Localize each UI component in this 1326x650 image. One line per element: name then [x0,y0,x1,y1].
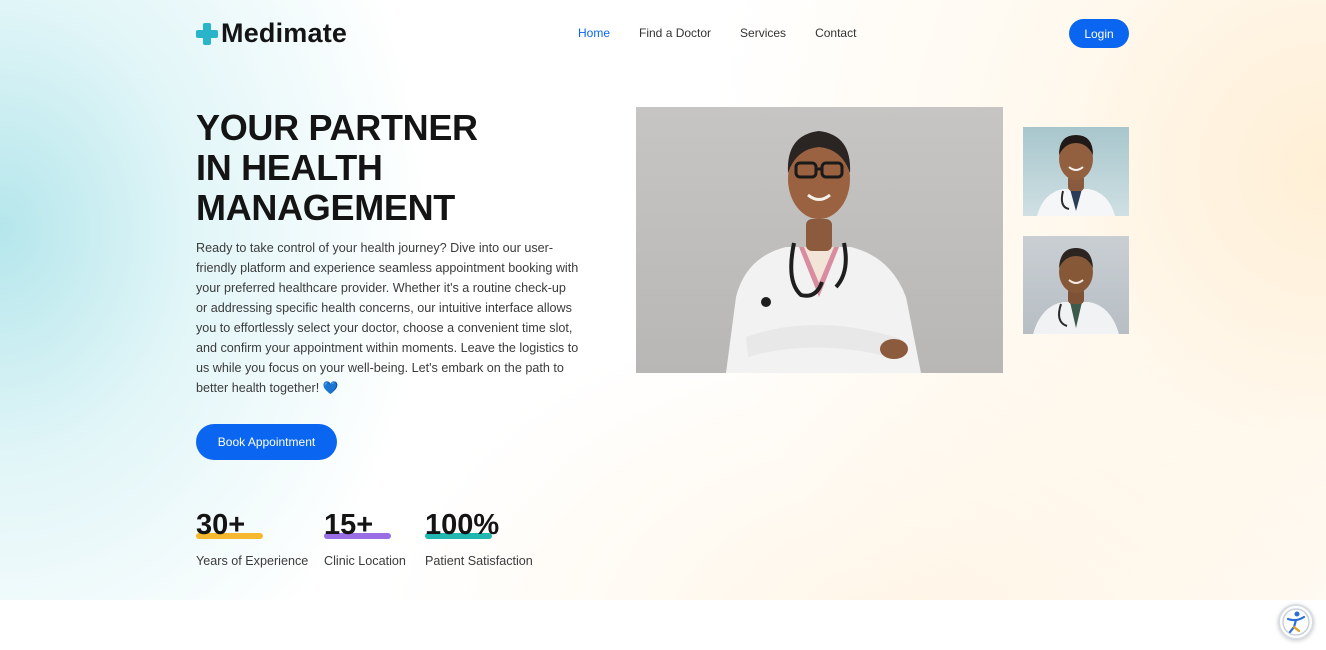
doctor-woman-photo [636,107,1003,373]
stat-label: Years of Experience [196,554,309,568]
headline-line: IN HEALTH [196,147,383,188]
main-nav: Home Find a Doctor Services Contact [578,26,885,40]
stat-value: 30+ [196,509,246,541]
accessibility-widget-button[interactable] [1278,604,1314,640]
stat-label: Clinic Location [324,554,406,568]
accessibility-person-icon [1282,608,1310,636]
blue-heart-icon: 💙 [322,381,339,395]
doctor-man-photo [1023,127,1129,216]
hero-description: Ready to take control of your health jou… [196,238,580,398]
stat-value-wrap: 30+ [196,508,308,542]
nav-home[interactable]: Home [578,26,610,40]
stat-value: 15+ [324,509,374,541]
stat-experience: 30+ Years of Experience [196,508,308,568]
stat-value-wrap: 100% [425,508,533,542]
headline-line: YOUR PARTNER [196,107,478,148]
brand-name: Medimate [221,18,348,48]
login-button[interactable]: Login [1069,19,1129,48]
doctor-woman-illustration [726,131,921,373]
nav-contact[interactable]: Contact [815,26,856,40]
doctor-senior-man-photo [1023,236,1129,334]
stat-satisfaction: 100% Patient Satisfaction [425,508,533,568]
brand-logo[interactable]: Medimate [196,18,347,49]
stat-value: 100% [425,509,500,541]
medical-cross-icon [196,22,218,45]
stat-label: Patient Satisfaction [425,554,533,568]
hero-headline: YOUR PARTNER IN HEALTH MANAGEMENT [196,108,478,228]
book-appointment-button[interactable]: Book Appointment [196,424,337,460]
stat-value-wrap: 15+ [324,508,406,542]
nav-services[interactable]: Services [740,26,786,40]
headline-line: MANAGEMENT [196,187,455,228]
doctor-man-illustration [1037,135,1115,216]
hero-description-text: Ready to take control of your health jou… [196,241,579,395]
nav-find-a-doctor[interactable]: Find a Doctor [639,26,711,40]
doctor-senior-man-illustration [1033,248,1119,334]
stat-clinics: 15+ Clinic Location [324,508,406,568]
